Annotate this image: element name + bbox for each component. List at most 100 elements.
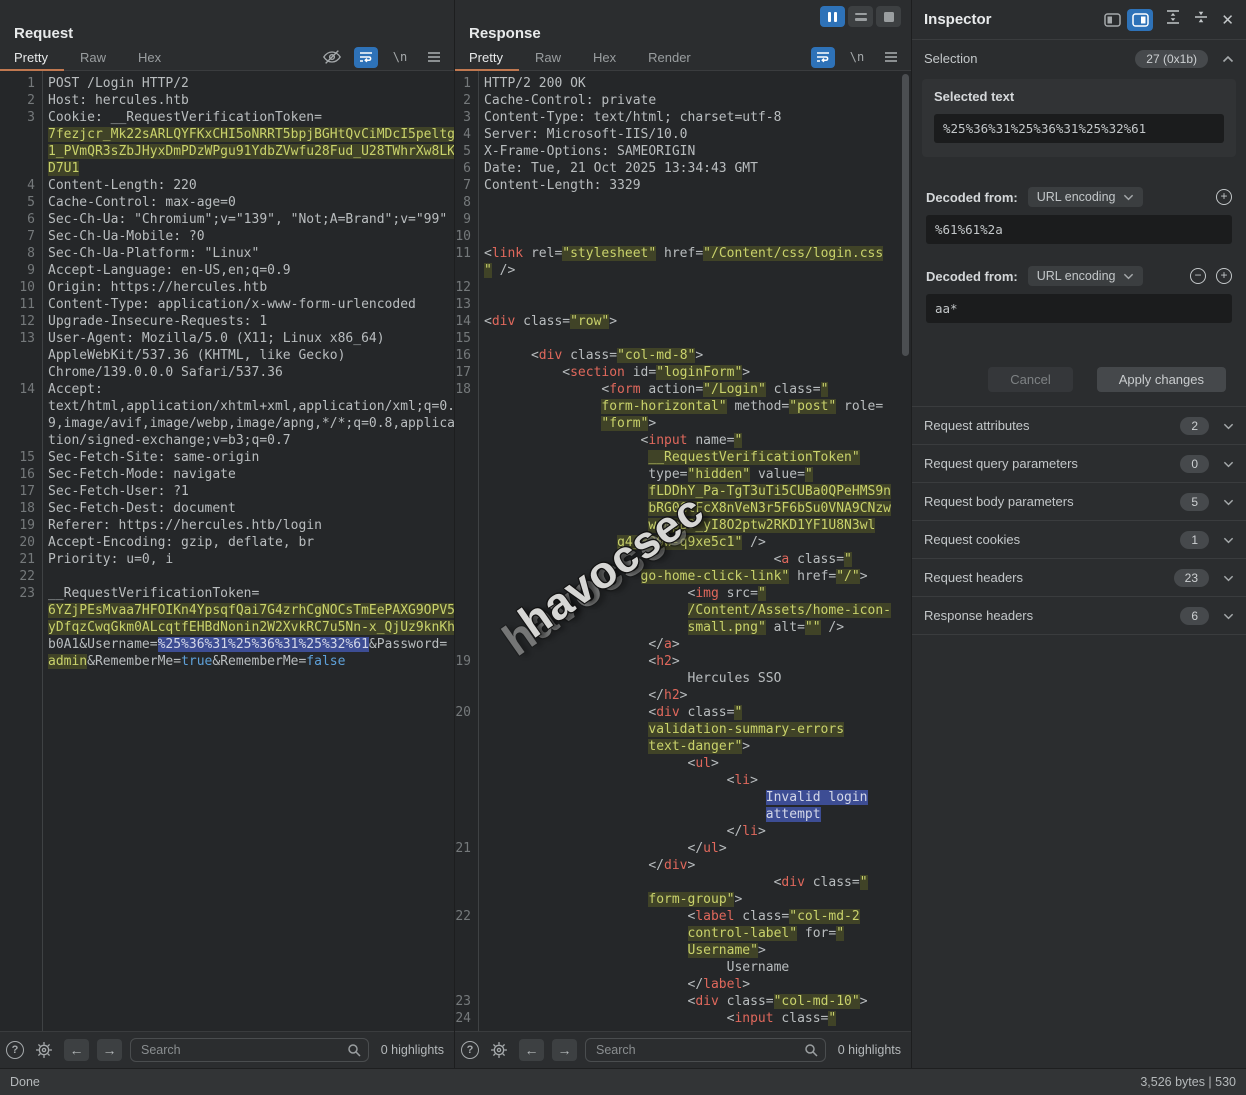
- newline-icon[interactable]: \n: [845, 47, 869, 68]
- inspector-section-response-headers[interactable]: Response headers6: [912, 597, 1246, 635]
- line-number: [0, 398, 42, 415]
- add-decoder-button[interactable]: +: [1216, 268, 1232, 284]
- inspector-section-request-attributes[interactable]: Request attributes2: [912, 407, 1246, 445]
- selection-label: Selection: [924, 51, 1135, 66]
- inspector-section-request-query-parameters[interactable]: Request query parameters0: [912, 445, 1246, 483]
- chevron-down-icon[interactable]: [1223, 455, 1234, 473]
- request-editor[interactable]: 1POST /Login HTTP/22Host: hercules.htb3C…: [0, 71, 454, 1031]
- search-input[interactable]: [130, 1038, 369, 1062]
- decoded-from-label: Decoded from:: [926, 269, 1018, 284]
- code-row: 6Sec-Ch-Ua: "Chromium";v="139", "Not;A=B…: [0, 211, 454, 228]
- split-vertical-icon[interactable]: [820, 6, 845, 27]
- code-row: 11<link rel="stylesheet" href="/Content/…: [455, 245, 911, 262]
- single-pane-icon[interactable]: [876, 6, 901, 27]
- request-tab-pretty[interactable]: Pretty: [14, 44, 48, 71]
- inspector-section-request-body-parameters[interactable]: Request body parameters5: [912, 483, 1246, 521]
- line-number: [455, 568, 478, 585]
- request-tabs: Pretty Raw Hex: [0, 44, 454, 71]
- code-row: 1HTTP/2 200 OK: [455, 75, 911, 92]
- eye-off-icon[interactable]: [320, 47, 344, 68]
- code-row: 9,image/avif,image/webp,image/apng,*/*;q…: [0, 415, 454, 432]
- code-row: 11Content-Type: application/x-www-form-u…: [0, 296, 454, 313]
- inspector-section-request-cookies[interactable]: Request cookies1: [912, 521, 1246, 559]
- response-tab-hex[interactable]: Hex: [593, 44, 616, 71]
- gear-icon[interactable]: [32, 1040, 56, 1061]
- count-badge: 0: [1180, 455, 1209, 473]
- request-tab-raw[interactable]: Raw: [80, 44, 106, 71]
- expand-all-icon[interactable]: [1165, 9, 1181, 30]
- apply-changes-button[interactable]: Apply changes: [1097, 367, 1226, 392]
- soft-wrap-icon[interactable]: [811, 47, 835, 68]
- code-row: 13: [455, 296, 911, 313]
- chevron-down-icon[interactable]: [1223, 569, 1234, 587]
- request-tab-hex[interactable]: Hex: [138, 44, 161, 71]
- decoded-from-row: Decoded from: URL encoding −+: [912, 266, 1246, 286]
- code-row: 7Sec-Ch-Ua-Mobile: ?0: [0, 228, 454, 245]
- close-icon[interactable]: ✕: [1221, 11, 1234, 29]
- code-row: 2Host: hercules.htb: [0, 92, 454, 109]
- encoding-dropdown[interactable]: URL encoding: [1028, 187, 1143, 207]
- newline-icon[interactable]: \n: [388, 47, 412, 68]
- decoders-container: Decoded from:URL encoding+Decoded from:U…: [912, 173, 1246, 345]
- selection-section-header[interactable]: Selection 27 (0x1b): [912, 40, 1246, 77]
- next-match-button[interactable]: →: [552, 1039, 577, 1061]
- selected-text-input[interactable]: [934, 114, 1224, 143]
- decoded-value-input[interactable]: [926, 215, 1232, 244]
- collapse-all-icon[interactable]: [1193, 9, 1209, 30]
- remove-decoder-button[interactable]: −: [1190, 268, 1206, 284]
- chevron-down-icon[interactable]: [1223, 417, 1234, 435]
- cancel-button[interactable]: Cancel: [988, 367, 1072, 392]
- code-row: 21 </ul>: [455, 840, 911, 857]
- code-row: <li>: [455, 772, 911, 789]
- split-horizontal-icon[interactable]: [848, 6, 873, 27]
- scrollbar-thumb[interactable]: [902, 74, 909, 356]
- line-number: [455, 738, 478, 755]
- line-number: 21: [0, 551, 42, 568]
- inspector-header: Inspector: [912, 0, 1246, 40]
- line-number: [0, 143, 42, 160]
- inspector-section-request-headers[interactable]: Request headers23: [912, 559, 1246, 597]
- code-row: 4Server: Microsoft-IIS/10.0: [455, 126, 911, 143]
- prev-match-button[interactable]: ←: [519, 1039, 544, 1061]
- gear-icon[interactable]: [487, 1040, 511, 1061]
- menu-icon[interactable]: [879, 47, 903, 68]
- line-number: 18: [455, 381, 478, 398]
- code-row: 1POST /Login HTTP/2: [0, 75, 454, 92]
- code-row: 8Sec-Ch-Ua-Platform: "Linux": [0, 245, 454, 262]
- help-icon[interactable]: ?: [6, 1041, 24, 1059]
- response-tab-pretty[interactable]: Pretty: [469, 44, 503, 71]
- help-icon[interactable]: ?: [461, 1041, 479, 1059]
- highlights-count: 0 highlights: [381, 1043, 444, 1057]
- response-editor[interactable]: 1HTTP/2 200 OK2Cache-Control: private3Co…: [455, 71, 911, 1031]
- chevron-up-icon[interactable]: [1222, 50, 1234, 68]
- code-row: </div>: [455, 857, 911, 874]
- code-row: tion/signed-exchange;v=b3;q=0.7: [0, 432, 454, 449]
- chevron-down-icon[interactable]: [1223, 493, 1234, 511]
- line-number: 13: [455, 296, 478, 313]
- response-tab-raw[interactable]: Raw: [535, 44, 561, 71]
- code-row: yDfqzCwqGkm0ALcqtfEHBdNonin2W2XvkRC7u5Nn…: [0, 619, 454, 636]
- code-row: __RequestVerificationToken": [455, 449, 911, 466]
- line-number: 15: [455, 330, 478, 347]
- prev-match-button[interactable]: ←: [64, 1039, 89, 1061]
- panel-right-icon[interactable]: [1127, 9, 1153, 31]
- line-number: 6: [455, 160, 478, 177]
- line-number: [455, 721, 478, 738]
- code-row: 20 <div class=": [455, 704, 911, 721]
- chevron-down-icon[interactable]: [1223, 531, 1234, 549]
- panel-left-icon[interactable]: [1099, 9, 1125, 31]
- line-number: [455, 942, 478, 959]
- response-tab-render[interactable]: Render: [648, 44, 691, 71]
- search-icon: [804, 1043, 818, 1062]
- soft-wrap-icon[interactable]: [354, 47, 378, 68]
- line-number: 2: [0, 92, 42, 109]
- search-input[interactable]: [585, 1038, 826, 1062]
- add-decoder-button[interactable]: +: [1216, 189, 1232, 205]
- menu-icon[interactable]: [422, 47, 446, 68]
- line-number: [455, 602, 478, 619]
- chevron-down-icon[interactable]: [1223, 607, 1234, 625]
- line-number: [455, 857, 478, 874]
- decoded-value-input[interactable]: [926, 294, 1232, 323]
- next-match-button[interactable]: →: [97, 1039, 122, 1061]
- encoding-dropdown[interactable]: URL encoding: [1028, 266, 1143, 286]
